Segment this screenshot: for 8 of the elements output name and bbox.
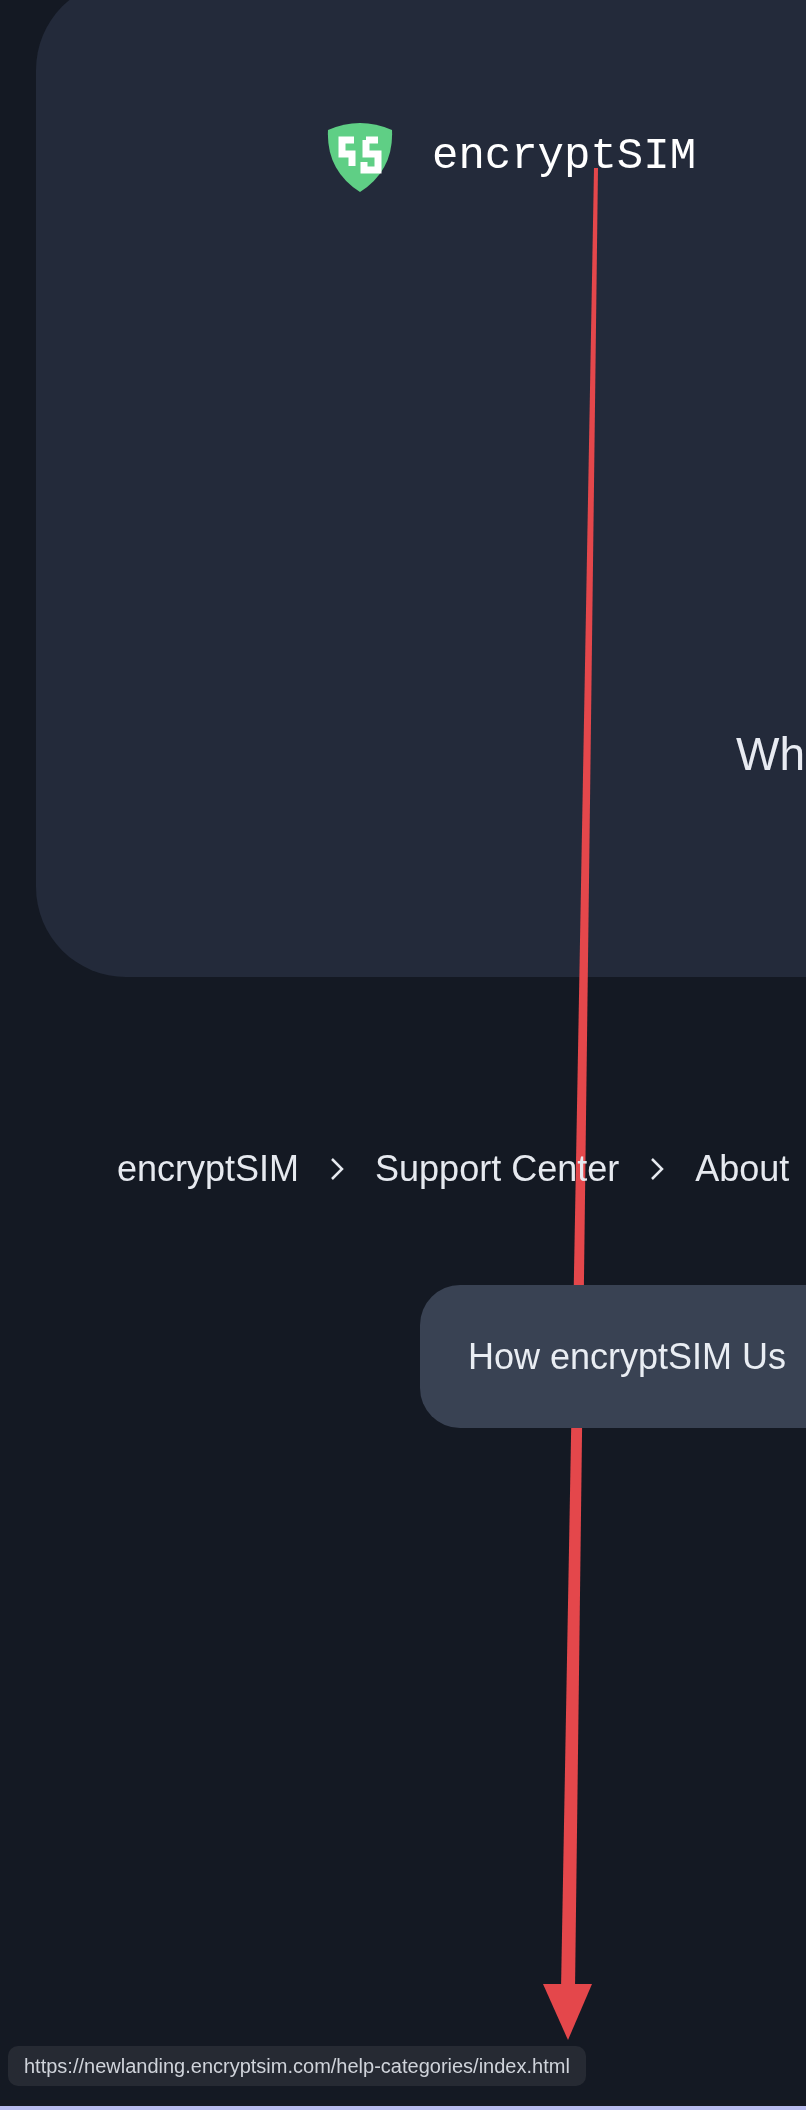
breadcrumb-link[interactable]: About: [695, 1147, 790, 1191]
chevron-right-icon: [329, 1155, 346, 1182]
status-bar-url: https://newlanding.encryptsim.com/help-categories/index.html: [8, 2046, 586, 2086]
category-button[interactable]: How encryptSIM Us: [420, 1285, 806, 1429]
chevron-right-icon: [649, 1155, 666, 1182]
hero-heading: Wh: [735, 727, 806, 782]
brand-name[interactable]: encryptSIM: [432, 134, 697, 178]
breadcrumb-link[interactable]: encryptSIM: [117, 1147, 300, 1191]
